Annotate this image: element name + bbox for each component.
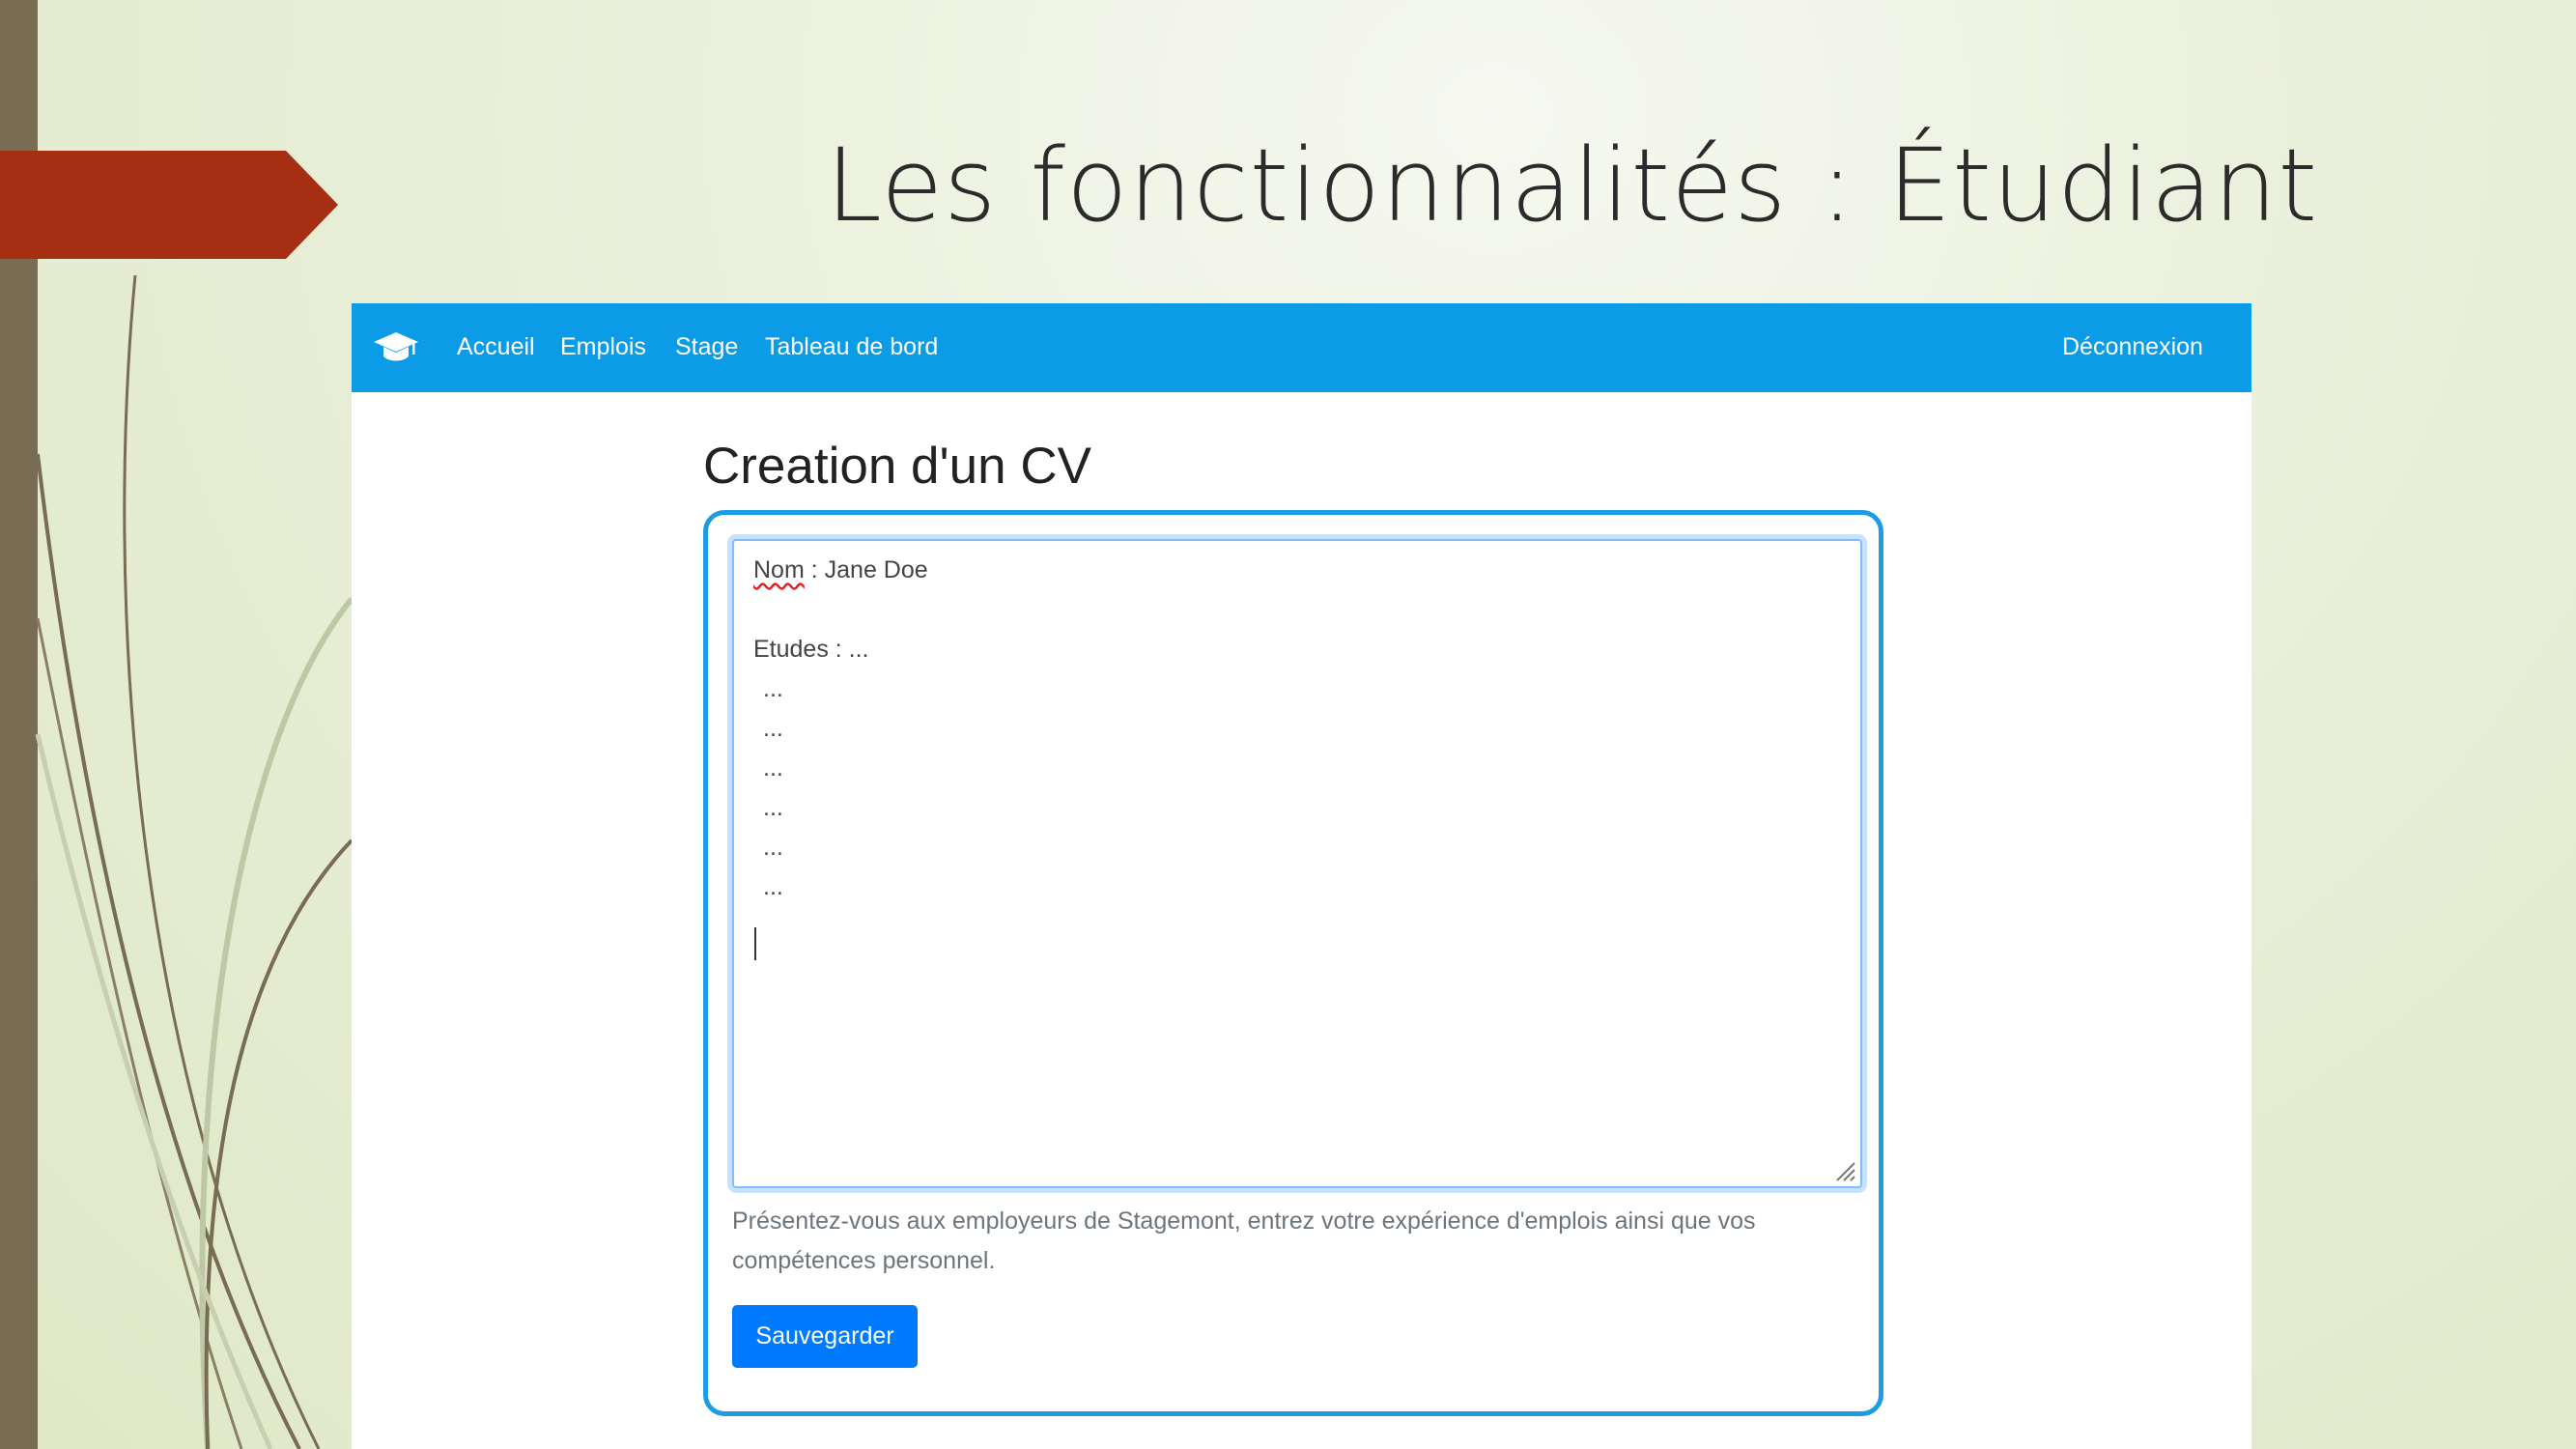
slide-title: Les fonctionnalités : Étudiant <box>826 127 2319 244</box>
nav-link-stage[interactable]: Stage <box>675 333 738 361</box>
text-caret <box>754 927 756 960</box>
graduation-cap-icon[interactable] <box>373 330 419 365</box>
resize-grip-icon[interactable] <box>1833 1159 1856 1182</box>
cv-textarea[interactable]: Nom : Jane Doe Etudes : ... ... ... ... … <box>732 539 1862 1188</box>
textarea-line-dots: ... <box>763 715 783 742</box>
textarea-line-dots: ... <box>763 754 783 781</box>
name-value: : Jane Doe <box>804 556 928 583</box>
slide-arrow-tab <box>0 151 338 259</box>
textarea-line-dots: ... <box>763 873 783 900</box>
nav-link-accueil[interactable]: Accueil <box>457 333 535 361</box>
textarea-line-etudes: Etudes : ... <box>753 636 869 663</box>
nav-link-tableau-de-bord[interactable]: Tableau de bord <box>765 333 938 361</box>
save-button[interactable]: Sauvegarder <box>732 1305 918 1368</box>
textarea-line-nom: Nom : Jane Doe <box>753 556 928 584</box>
nav-link-emplois[interactable]: Emplois <box>560 333 646 361</box>
spellcheck-word: Nom <box>753 556 805 583</box>
textarea-line-dots: ... <box>763 834 783 861</box>
logout-link[interactable]: Déconnexion <box>2062 333 2203 361</box>
page-title: Creation d'un CV <box>703 438 1091 495</box>
navbar: Accueil Emplois Stage Tableau de bord Dé… <box>352 303 2251 392</box>
help-text: Présentez-vous aux employeurs de Stagemo… <box>732 1208 1756 1274</box>
app-screenshot: Accueil Emplois Stage Tableau de bord Dé… <box>352 303 2251 1449</box>
textarea-line-dots: ... <box>763 675 783 702</box>
textarea-line-dots: ... <box>763 794 783 821</box>
